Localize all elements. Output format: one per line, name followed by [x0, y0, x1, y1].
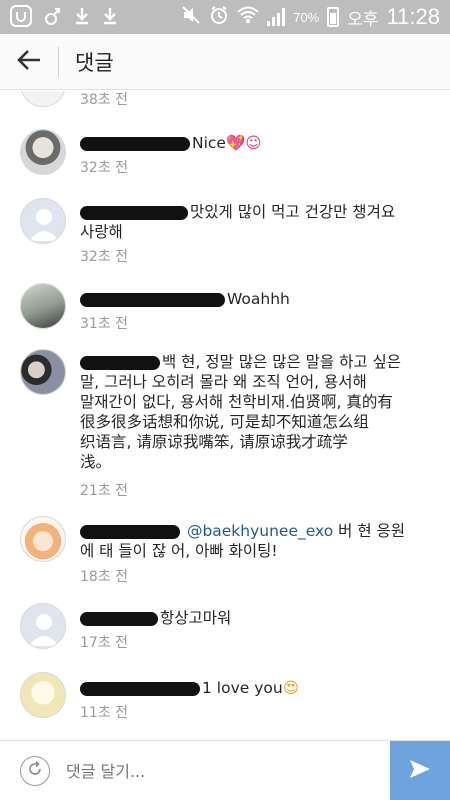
comment-text: 1 love you😍 — [80, 678, 425, 698]
arrow-left-icon — [16, 45, 42, 78]
comment-time: 17초 전 — [80, 635, 129, 651]
avatar[interactable] — [20, 198, 66, 244]
refresh-icon — [26, 760, 44, 783]
avatar[interactable] — [20, 516, 66, 562]
running-icon — [44, 6, 62, 29]
download-icon — [102, 6, 118, 29]
avatar[interactable] — [20, 672, 66, 718]
redacted-username — [80, 136, 190, 151]
avatar[interactable] — [20, 283, 66, 329]
wifi-icon — [237, 5, 259, 30]
comment-text: Nice💖☺ — [80, 133, 425, 153]
comment-time: 38초 전 — [80, 92, 129, 108]
redacted-username — [80, 292, 225, 307]
mute-icon — [181, 5, 201, 30]
redacted-username — [80, 681, 200, 696]
comment-list[interactable]: 38초 전 Nice💖☺ 32초 전 맛있게 많이 먹고 건강만 챙겨요 사랑해 … — [0, 91, 450, 739]
redacted-username — [80, 355, 160, 370]
clock-time: 11:28 — [386, 4, 440, 29]
comment-text: Woahhh — [80, 289, 425, 309]
avatar[interactable] — [20, 603, 66, 649]
redacted-username — [80, 205, 188, 220]
comment-time: 31초 전 — [80, 316, 129, 332]
comment-input[interactable] — [66, 757, 366, 785]
comment-time: 21초 전 — [80, 483, 129, 499]
comment-time: 32초 전 — [80, 249, 129, 265]
status-bar: 70% 오후 11:28 — [0, 0, 450, 34]
comment-text: @baekhyunee_exo 버 현 응원 에 태 들이 잖 어, 아빠 화이… — [80, 522, 406, 560]
comment-text: 항상고마워 — [80, 608, 425, 628]
avatar[interactable] — [20, 129, 66, 175]
redacted-username — [80, 524, 180, 539]
mention-link[interactable]: @baekhyunee_exo — [187, 522, 333, 540]
send-icon — [408, 758, 432, 784]
comment-text: 맛있게 많이 먹고 건강만 챙겨요 사랑해 — [80, 203, 396, 241]
battery-icon — [327, 7, 340, 27]
refresh-button[interactable] — [20, 756, 50, 786]
download-icon — [74, 6, 90, 29]
send-button[interactable] — [390, 741, 450, 800]
comment-time: 32초 전 — [80, 160, 129, 176]
signal-icon — [267, 8, 286, 26]
back-button[interactable] — [0, 34, 58, 90]
battery-percent: 70% — [293, 9, 320, 25]
avatar[interactable] — [20, 91, 66, 107]
avatar[interactable] — [20, 349, 66, 395]
app-header: 댓글 — [0, 34, 450, 90]
alarm-icon — [209, 5, 229, 30]
page-title: 댓글 — [75, 50, 114, 75]
comment-text: 백 현, 정말 많은 많은 말을 하고 싶은 말, 그러나 오히려 몰라 왜 조… — [80, 353, 402, 471]
comment-input-bar — [0, 740, 450, 800]
comment-time: 11초 전 — [80, 705, 129, 721]
redacted-username — [80, 611, 158, 626]
clock-ampm: 오후 — [347, 9, 379, 30]
u-app-icon — [10, 4, 32, 30]
comment-time: 18초 전 — [80, 569, 129, 585]
